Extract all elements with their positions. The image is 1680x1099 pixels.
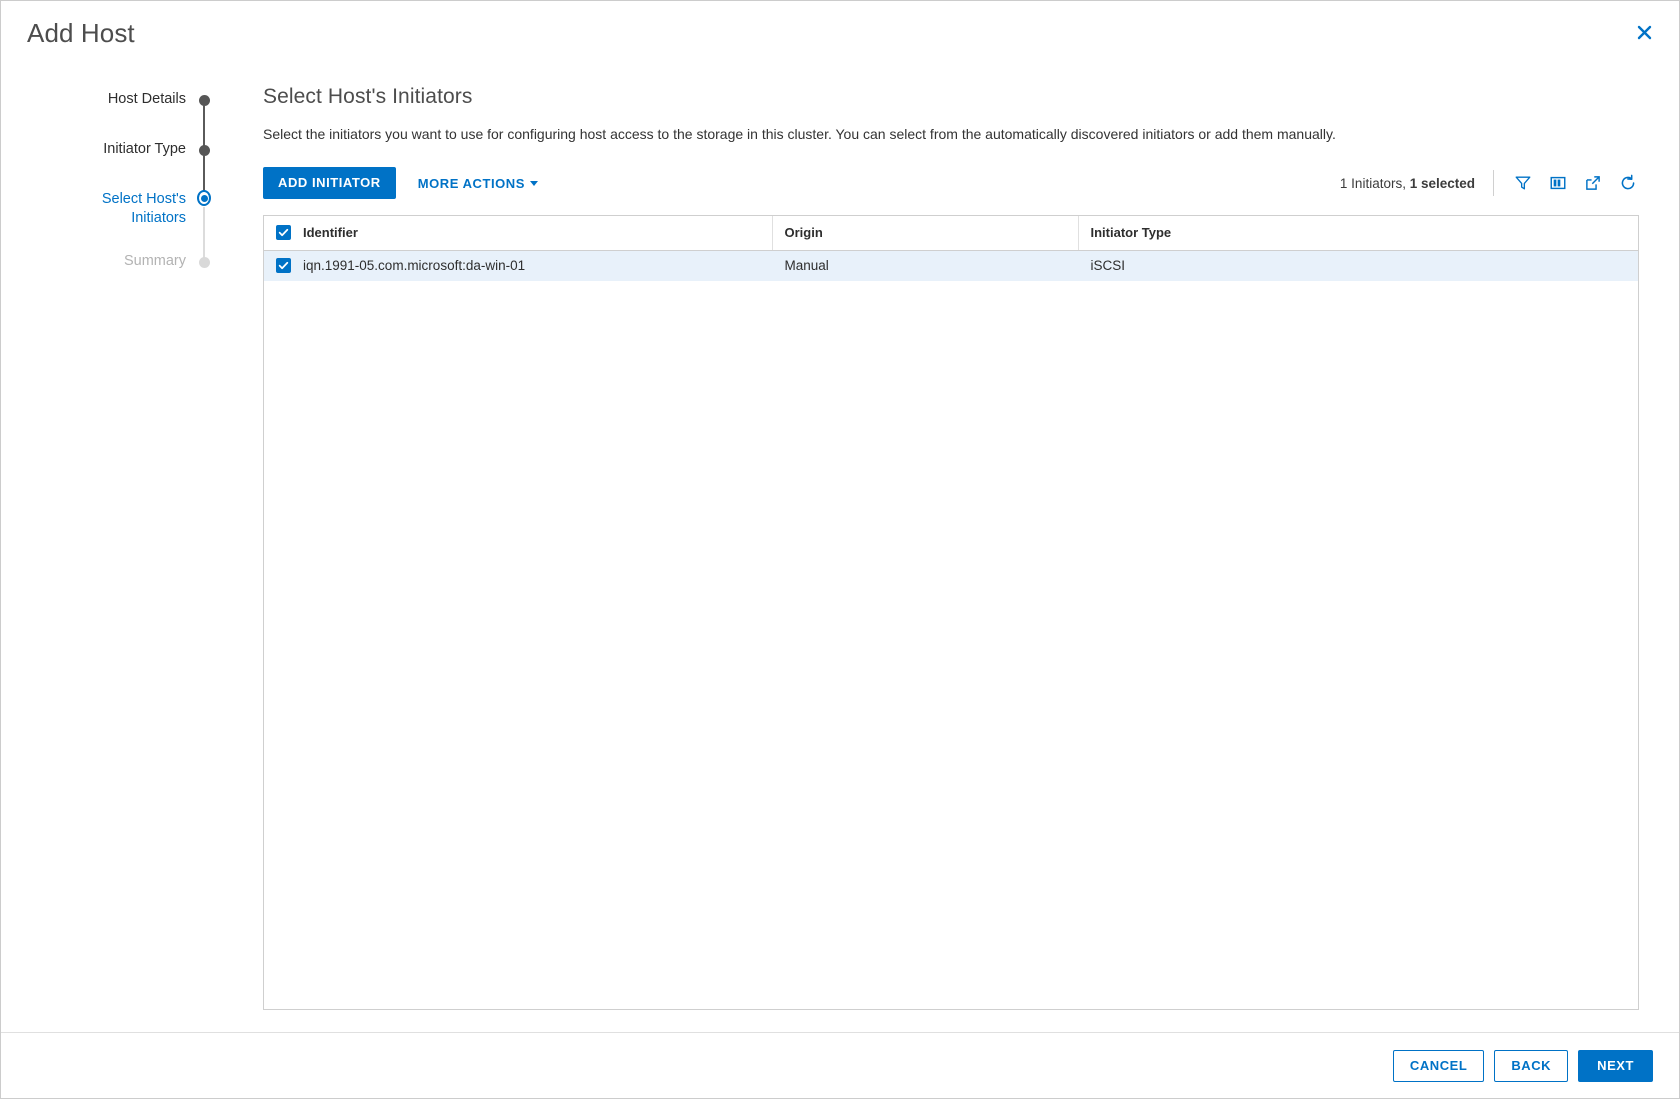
step-dot-pending-icon	[197, 255, 211, 269]
wizard-step-select-hosts-initiators[interactable]: Select Host's Initiators	[1, 187, 233, 266]
page-title: Select Host's Initiators	[263, 85, 473, 108]
initiator-selected-count: 1 selected	[1409, 175, 1475, 191]
wizard-step-label: Host Details	[107, 91, 186, 107]
column-header-initiator-type: Initiator Type	[1078, 216, 1638, 251]
wizard-step-initiator-type[interactable]: Initiator Type	[1, 137, 233, 202]
cell-origin: Manual	[772, 250, 1078, 281]
identifier-value: iqn.1991-05.com.microsoft:da-win-01	[303, 258, 526, 274]
back-button[interactable]: BACK	[1494, 1049, 1569, 1082]
cell-identifier: iqn.1991-05.com.microsoft:da-win-01	[264, 250, 772, 281]
chevron-down-icon	[529, 180, 538, 186]
more-actions-label: MORE ACTIONS	[417, 175, 525, 191]
cancel-button[interactable]: CANCEL	[1392, 1049, 1485, 1082]
select-all-checkbox[interactable]	[276, 225, 291, 241]
toolbar-right-group: 1 Initiators, 1 selected	[1340, 170, 1639, 196]
table-body: iqn.1991-05.com.microsoft:da-win-01 Manu…	[264, 250, 1638, 281]
table-header-row: Identifier Origin Initiator Type	[264, 216, 1638, 251]
table-toolbar: ADD INITIATOR MORE ACTIONS 1 Initiators,…	[263, 167, 1639, 199]
dialog-body: Host Details Initiator Type Select Host'…	[1, 65, 1679, 1032]
table-row[interactable]: iqn.1991-05.com.microsoft:da-win-01 Manu…	[264, 250, 1638, 281]
more-actions-button[interactable]: MORE ACTIONS	[418, 167, 538, 199]
initiators-table-element: Identifier Origin Initiator Type iqn.199…	[264, 216, 1638, 281]
wizard-step-host-details[interactable]: Host Details	[1, 87, 233, 152]
content-pane: Select Host's Initiators Select the init…	[233, 65, 1679, 1032]
add-host-dialog: Add Host Host Details Initiator Type Sel…	[0, 0, 1680, 1099]
wizard-step-label: Select Host's Initiators	[101, 191, 186, 226]
column-header-origin: Origin	[772, 216, 1079, 251]
column-header-label: Origin	[784, 225, 823, 241]
export-icon[interactable]	[1582, 172, 1604, 194]
dialog-footer: CANCEL BACK NEXT	[1, 1032, 1679, 1098]
wizard-step-label: Initiator Type	[103, 141, 186, 157]
wizard-step-list: Host Details Initiator Type Select Host'…	[1, 87, 233, 299]
close-icon[interactable]	[1627, 15, 1661, 49]
cell-initiator-type: iSCSI	[1078, 250, 1638, 281]
filter-icon[interactable]	[1512, 172, 1534, 194]
table-header: Identifier Origin Initiator Type	[264, 216, 1638, 251]
refresh-icon[interactable]	[1617, 172, 1639, 194]
dialog-header: Add Host	[1, 1, 1679, 65]
add-initiator-button[interactable]: ADD INITIATOR	[263, 167, 396, 199]
wizard-step-label: Summary	[123, 253, 186, 269]
toolbar-divider	[1493, 170, 1494, 196]
wizard-step-summary[interactable]: Summary	[1, 249, 233, 299]
column-header-identifier: Identifier	[264, 216, 773, 251]
row-checkbox[interactable]	[276, 258, 291, 274]
step-dot-active-icon	[197, 190, 211, 206]
wizard-stepper: Host Details Initiator Type Select Host'…	[1, 65, 233, 1032]
column-header-label: Identifier	[303, 225, 358, 241]
page-description: Select the initiators you want to use fo…	[263, 126, 1336, 142]
initiators-table: Identifier Origin Initiator Type iqn.199…	[263, 215, 1639, 1010]
initiator-count-prefix: 1 Initiators,	[1339, 175, 1410, 191]
dialog-title: Add Host	[27, 17, 135, 48]
column-header-label: Initiator Type	[1090, 225, 1172, 241]
columns-icon[interactable]	[1547, 172, 1569, 194]
next-button[interactable]: NEXT	[1578, 1049, 1653, 1082]
initiator-count-status: 1 Initiators, 1 selected	[1340, 176, 1475, 191]
